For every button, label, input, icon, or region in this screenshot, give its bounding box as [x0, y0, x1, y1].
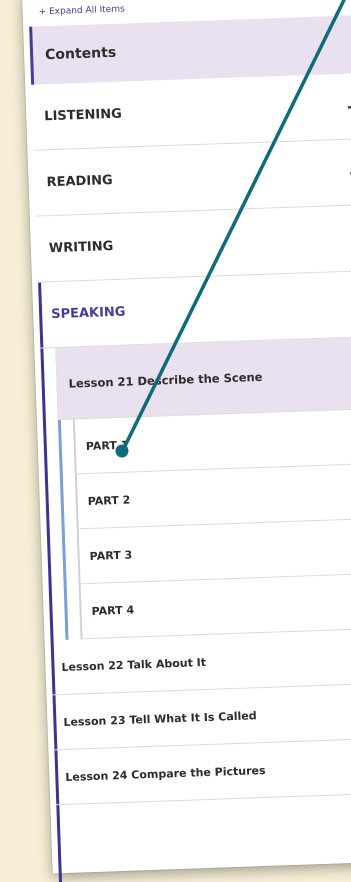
lesson-24-row[interactable]: Lesson 24 Compare the Pictures + [54, 738, 351, 806]
expand-all-link[interactable]: + Expand All Items [38, 4, 124, 17]
lesson-21-row[interactable]: Lesson 21 Describe the Scene − [55, 336, 351, 421]
part-label: PART 3 [89, 548, 133, 563]
section-listening[interactable]: LISTENING + [31, 72, 351, 151]
section-reading[interactable]: READING + [33, 138, 351, 217]
section-label: READING [46, 172, 113, 191]
part-4-item[interactable]: PART 4 [78, 573, 351, 640]
expand-plus-icon[interactable]: + [341, 94, 351, 119]
part-label: PART 2 [87, 493, 131, 508]
part-label: PART 4 [91, 602, 135, 618]
screenshot-stage: + Expand All Items Contents LISTENING + … [0, 0, 351, 882]
lesson-label: Lesson 23 Tell What It Is Called [63, 708, 257, 729]
lesson-22-row[interactable]: Lesson 22 Talk About It + [50, 628, 351, 696]
section-label: SPEAKING [50, 304, 126, 323]
section-speaking[interactable]: SPEAKING − [38, 270, 351, 349]
part-3-item[interactable]: PART 3 [76, 518, 351, 585]
expand-plus-icon[interactable]: + [343, 159, 351, 185]
collapse-minus-icon[interactable]: − [348, 291, 351, 316]
section-label: LISTENING [44, 106, 123, 125]
lesson-label: Lesson 21 Describe the Scene [68, 369, 263, 391]
contents-title: Contents [44, 44, 117, 64]
lesson-label: Lesson 24 Compare the Pictures [65, 763, 266, 784]
lesson-23-row[interactable]: Lesson 23 Tell What It Is Called + [52, 683, 351, 751]
part-2-item[interactable]: PART 2 [74, 463, 351, 530]
expand-plus-icon[interactable]: + [345, 225, 351, 251]
section-writing[interactable]: WRITING + [35, 204, 351, 283]
table-of-contents-panel: + Expand All Items Contents LISTENING + … [22, 0, 351, 882]
lesson-label: Lesson 22 Talk About It [61, 655, 207, 674]
part-label: PART 1 [85, 438, 129, 453]
section-label: WRITING [48, 238, 114, 257]
contents-header: Contents [29, 14, 351, 85]
part-1-item[interactable]: PART 1 [72, 408, 351, 475]
